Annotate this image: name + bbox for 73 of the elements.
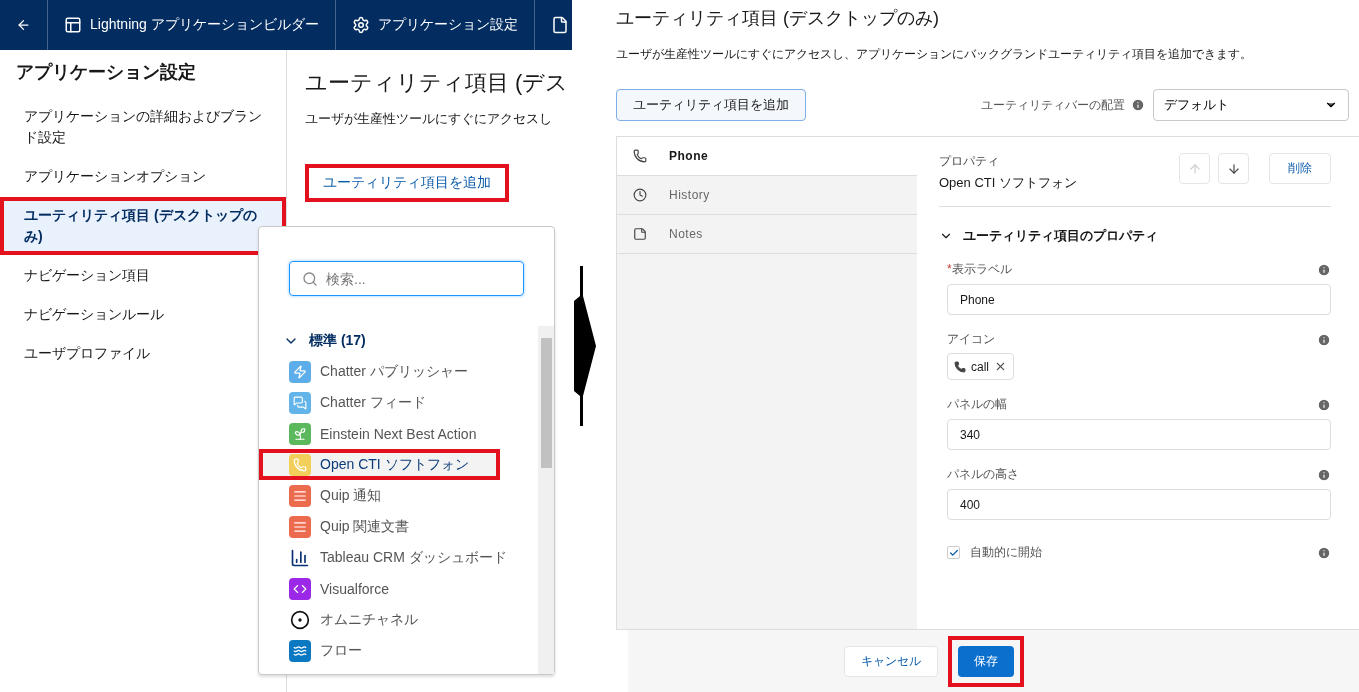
delete-button[interactable]: 削除 bbox=[1269, 153, 1331, 184]
scrollbar[interactable] bbox=[538, 326, 554, 674]
page-title: ユーティリティ項目 (デス bbox=[305, 69, 570, 97]
field-label: *表示ラベル bbox=[947, 261, 1012, 278]
omni-icon bbox=[289, 608, 311, 631]
utility-option[interactable]: Quip 通知 bbox=[259, 480, 538, 511]
remove-icon bbox=[994, 360, 1007, 373]
history-icon bbox=[633, 188, 647, 202]
utility-name: Open CTI ソフトフォン bbox=[939, 174, 1078, 192]
utility-option[interactable]: Visualforce bbox=[259, 573, 538, 604]
down-arrow-icon bbox=[1226, 161, 1241, 176]
utility-item[interactable]: History bbox=[617, 176, 917, 215]
save-button[interactable]: 保存 bbox=[957, 645, 1014, 677]
utility-item[interactable]: Phone bbox=[617, 137, 917, 176]
utility-item[interactable]: Notes bbox=[617, 215, 917, 254]
field-label: ユーティリティバーの配置 bbox=[980, 97, 1125, 113]
quip-icon bbox=[289, 484, 311, 507]
einstein-icon bbox=[289, 422, 311, 445]
page-title: ユーティリティ項目 (デスクトップのみ) bbox=[616, 7, 940, 30]
sidebar-item[interactable]: アプリケーションの詳細およびブランド設定 bbox=[0, 98, 286, 156]
field-label: パネルの幅 bbox=[947, 396, 1007, 413]
field-label: パネルの高さ bbox=[947, 466, 1019, 483]
search-icon bbox=[302, 270, 318, 287]
flow-icon bbox=[289, 639, 311, 662]
utility-option[interactable]: Einstein Next Best Action bbox=[259, 418, 538, 449]
quip-icon bbox=[289, 515, 311, 538]
cancel-button[interactable]: キャンセル bbox=[843, 645, 938, 677]
utility-option[interactable]: Chatter パブリッシャー bbox=[259, 356, 538, 387]
add-utility-button[interactable]: ユーティリティ項目を追加 bbox=[616, 89, 806, 121]
lightning-icon bbox=[289, 360, 311, 383]
page-description: ユーザが生産性ツールにすぐにアクセスし bbox=[305, 110, 553, 128]
page-icon bbox=[550, 16, 569, 34]
input-field[interactable]: 340 bbox=[947, 419, 1331, 450]
placement-select[interactable]: デフォルト bbox=[1153, 89, 1349, 121]
input-field[interactable]: 400 bbox=[947, 489, 1331, 520]
info-icon bbox=[1317, 262, 1331, 277]
sidebar-item[interactable]: ユーティリティ項目 (デスクトップのみ) bbox=[0, 197, 286, 255]
info-icon bbox=[1131, 98, 1145, 112]
info-icon bbox=[1317, 545, 1331, 560]
move-down-button[interactable] bbox=[1218, 153, 1249, 184]
chatter-icon bbox=[289, 391, 311, 414]
phone-icon bbox=[633, 149, 647, 163]
code-icon bbox=[289, 577, 311, 600]
section-header[interactable]: ユーティリティ項目のプロパティ bbox=[939, 227, 1331, 245]
phone-icon bbox=[954, 360, 966, 373]
group-header[interactable]: 標準 (17) bbox=[259, 326, 538, 356]
gear-icon bbox=[351, 16, 370, 34]
utility-option[interactable]: オムニチャネル bbox=[259, 604, 538, 635]
field-label: アイコン bbox=[947, 331, 995, 348]
input-field[interactable]: Phone bbox=[947, 284, 1331, 315]
info-icon bbox=[1317, 332, 1331, 347]
page-description: ユーザが生産性ツールにすぐにアクセスし、アプリケーションにバックグランドユーティリティ項目を追加できます。 bbox=[616, 46, 1253, 63]
nav-tab[interactable]: アプリケーション設定 bbox=[335, 0, 535, 50]
checkbox-label: 自動的に開始 bbox=[970, 544, 1042, 561]
nav-tab[interactable]: Lightning アプリケーションビルダー bbox=[48, 0, 336, 50]
sidebar-heading: アプリケーション設定 bbox=[15, 61, 197, 84]
info-icon bbox=[1317, 467, 1331, 482]
info-icon bbox=[1317, 397, 1331, 412]
properties-caption: プロパティ bbox=[939, 153, 1000, 170]
utility-option[interactable]: フロー bbox=[259, 635, 538, 666]
add-utility-button[interactable]: ユーティリティ項目を追加 bbox=[305, 164, 509, 202]
utility-option[interactable]: Chatter フィード bbox=[259, 387, 538, 418]
sidebar-item[interactable]: アプリケーションオプション bbox=[0, 158, 286, 195]
checkbox[interactable] bbox=[947, 546, 960, 559]
icon-pill[interactable]: call bbox=[947, 353, 1014, 380]
phone-icon bbox=[289, 453, 311, 476]
utility-option[interactable]: Open CTI ソフトフォン bbox=[259, 449, 500, 480]
notes-icon bbox=[633, 227, 647, 241]
utility-option[interactable]: Tableau CRM ダッシュボード bbox=[259, 542, 538, 573]
search-field[interactable]: 検索... bbox=[289, 261, 524, 296]
layout-icon bbox=[64, 16, 82, 34]
up-arrow-icon bbox=[1187, 161, 1202, 176]
utility-option[interactable]: Quip 関連文書 bbox=[259, 511, 538, 542]
